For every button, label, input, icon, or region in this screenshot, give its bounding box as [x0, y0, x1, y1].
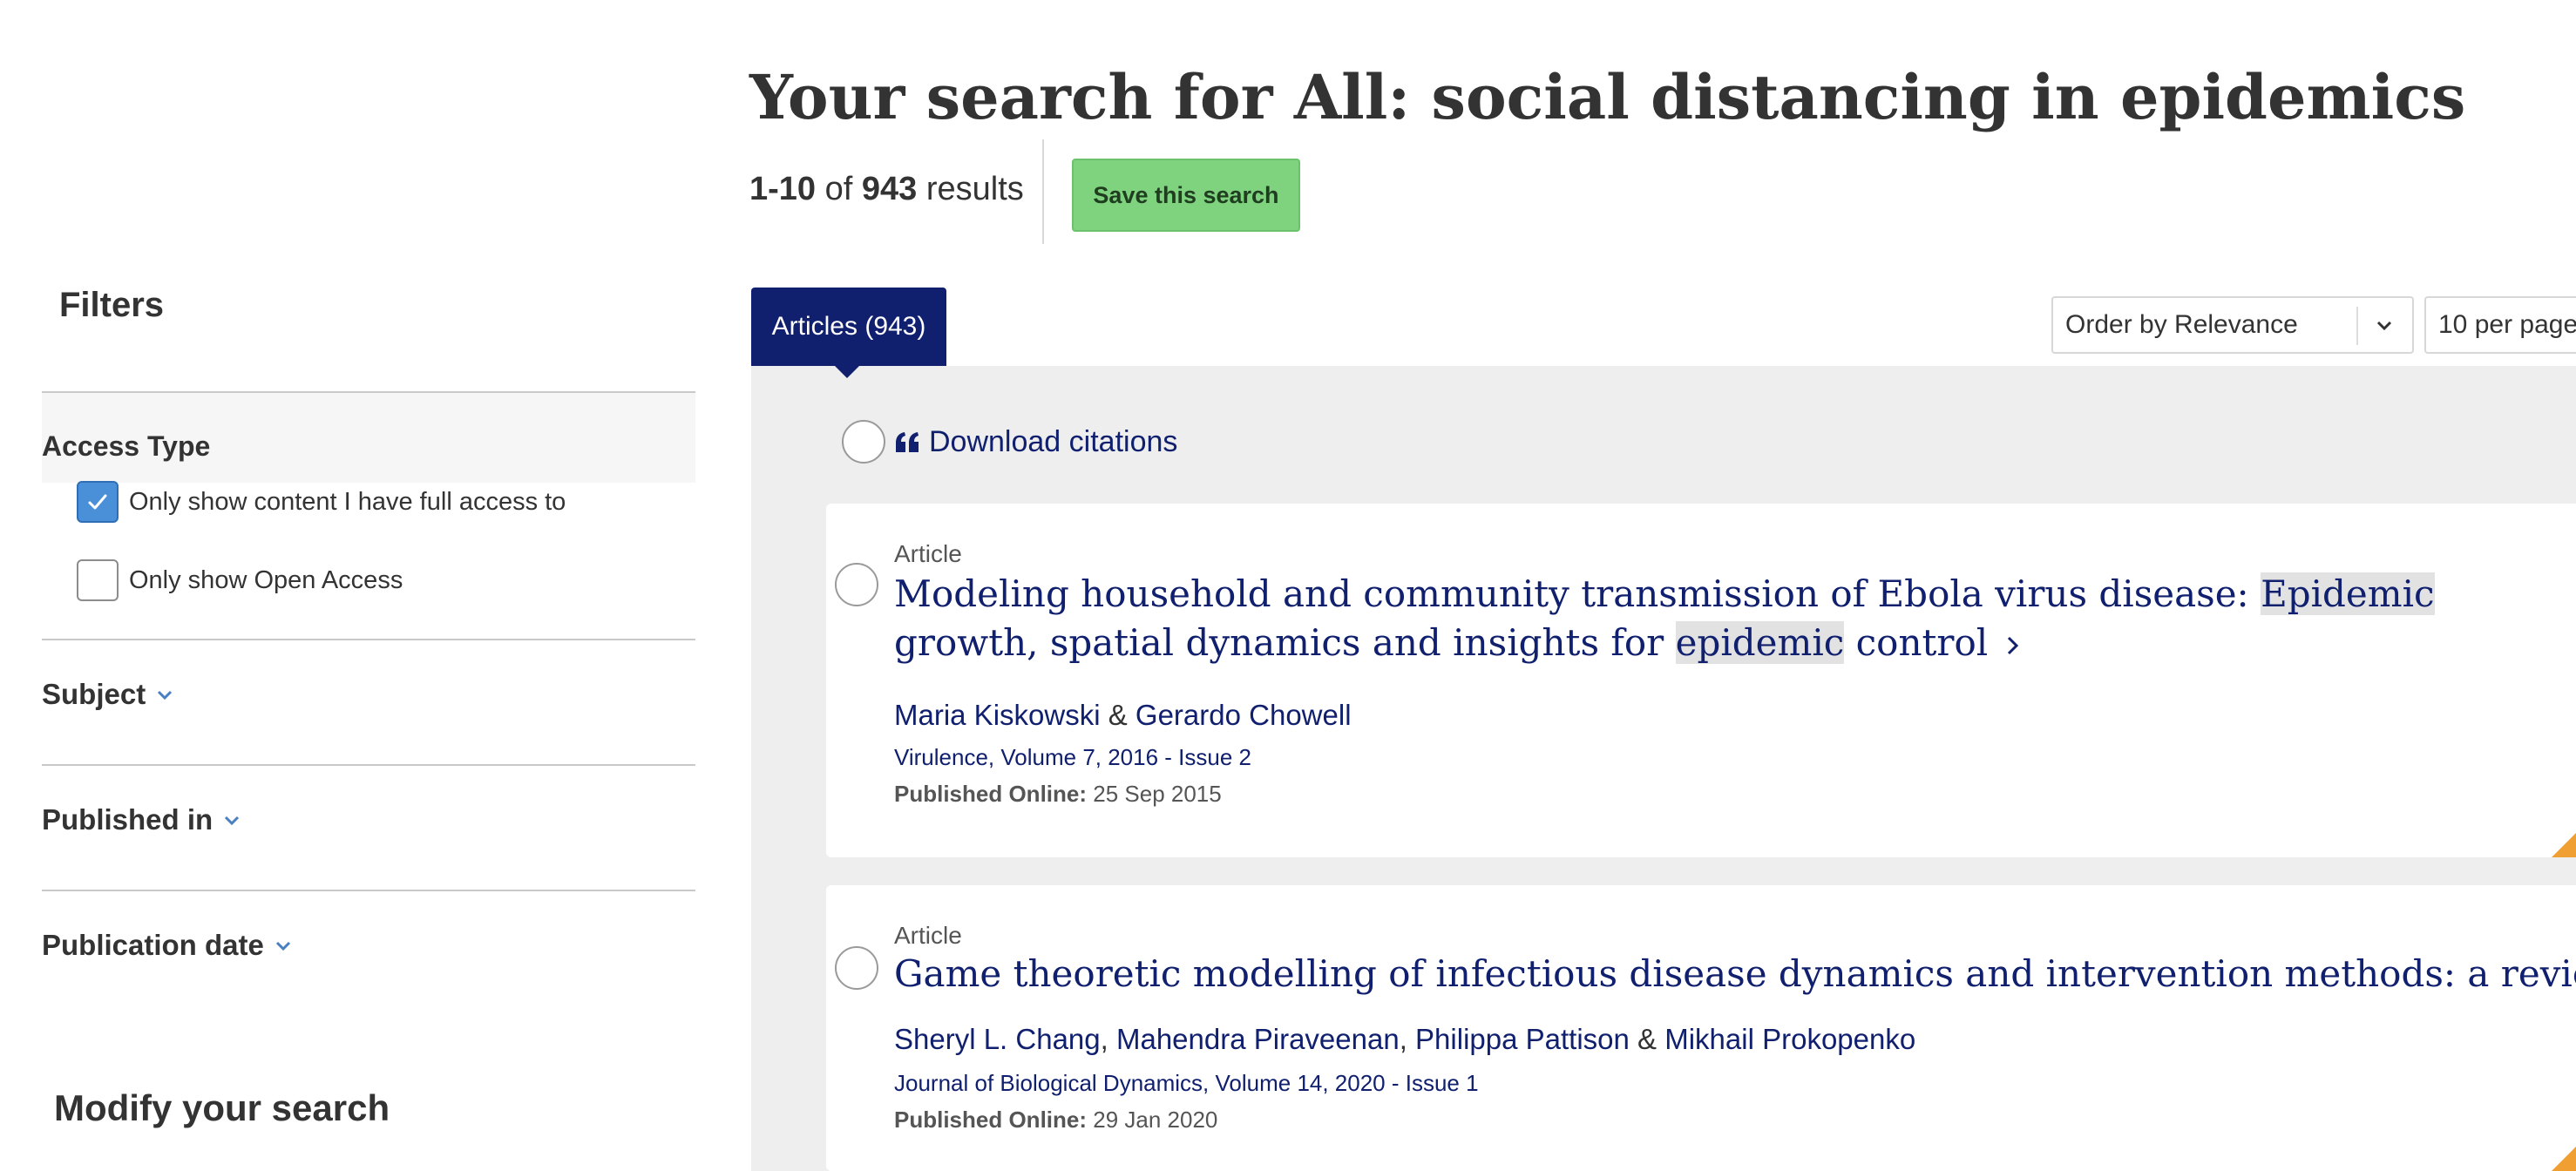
order-by-value: Order by Relevance [2065, 310, 2298, 339]
chevron-down-icon [275, 941, 290, 951]
results-range: 1-10 [749, 171, 817, 207]
author-link[interactable]: Gerardo Chowell [1135, 699, 1352, 731]
title-highlight: Epidemic [2261, 572, 2435, 615]
title-prefix: Your search for [749, 61, 1294, 133]
chevron-right-icon [2008, 636, 2019, 655]
results-count: 1-10 of 943 results [749, 171, 1024, 208]
open-access-option[interactable]: Only show Open Access [77, 559, 403, 601]
download-citations-link[interactable]: Download citations [894, 425, 1177, 459]
result-journal-link[interactable]: Virulence, Volume 7, 2016 - Issue 2 [894, 744, 1251, 771]
result-published-date: Published Online: 25 Sep 2015 [894, 781, 1222, 808]
select-all-radio[interactable] [842, 420, 885, 464]
divider [42, 639, 695, 640]
open-access-checkbox[interactable] [77, 559, 119, 601]
title-text: growth, spatial dynamics and insights fo… [894, 621, 1676, 664]
result-card: Article Modeling household and community… [826, 504, 2576, 857]
result-type: Article [894, 540, 962, 567]
access-corner-badge [2552, 1147, 2576, 1171]
result-title-link[interactable]: Game theoretic modelling of infectious d… [894, 950, 2576, 998]
author-link[interactable]: Mikhail Prokopenko [1664, 1023, 1915, 1055]
save-search-button[interactable]: Save this search [1072, 159, 1300, 232]
title-text: Game theoretic modelling of infectious d… [894, 952, 2576, 995]
chevron-down-icon [158, 690, 173, 701]
checkmark-icon [88, 494, 107, 510]
title-highlight: epidemic [1675, 621, 1845, 664]
per-page-select[interactable]: 10 per page [2424, 296, 2576, 354]
result-authors: Sheryl L. Chang, Mahendra Piraveenan, Ph… [894, 1023, 1915, 1056]
facet-published-in-label: Published in [42, 803, 214, 836]
per-page-value: 10 per page [2438, 310, 2576, 339]
published-label: Published Online: [894, 1107, 1088, 1133]
published-date: 25 Sep 2015 [1093, 781, 1222, 807]
published-date: 29 Jan 2020 [1093, 1107, 1218, 1133]
result-select-radio[interactable] [835, 946, 878, 990]
author-separator: & [1629, 1023, 1665, 1055]
result-card: Article Game theoretic modelling of infe… [826, 885, 2576, 1171]
facet-publication-date[interactable]: Publication date [42, 929, 292, 962]
results-suffix: results [917, 171, 1024, 207]
results-of: of [816, 171, 862, 207]
filters-sidebar: Filters Access Type Only show content I … [0, 0, 697, 1171]
full-access-option[interactable]: Only show content I have full access to [77, 481, 566, 523]
results-total: 943 [861, 171, 918, 207]
title-text: control [1844, 621, 1989, 664]
author-separator: , [1399, 1023, 1416, 1055]
author-separator: , [1100, 1023, 1116, 1055]
result-authors: Maria Kiskowski & Gerardo Chowell [894, 699, 1352, 732]
full-access-label: Only show content I have full access to [129, 487, 566, 516]
facet-subject[interactable]: Subject [42, 678, 173, 711]
download-citations-label: Download citations [929, 425, 1178, 458]
result-journal-link[interactable]: Journal of Biological Dynamics, Volume 1… [894, 1070, 1479, 1097]
author-link[interactable]: Mahendra Piraveenan [1116, 1023, 1400, 1055]
facet-subject-label: Subject [42, 678, 146, 710]
facet-published-in[interactable]: Published in [42, 803, 241, 836]
divider [1042, 139, 1044, 244]
open-access-label: Only show Open Access [129, 565, 403, 594]
tab-articles[interactable]: Articles (943) [751, 288, 946, 366]
quote-icon [896, 431, 919, 452]
author-separator: & [1100, 699, 1135, 731]
modify-search-title: Modify your search [54, 1087, 390, 1128]
chevron-down-icon [2376, 321, 2392, 331]
author-link[interactable]: Philippa Pattison [1415, 1023, 1630, 1055]
published-label: Published Online: [894, 781, 1088, 807]
full-access-checkbox[interactable] [77, 481, 119, 523]
active-tab-indicator [835, 366, 859, 378]
access-corner-badge [2552, 833, 2576, 857]
divider [42, 890, 695, 891]
result-published-date: Published Online: 29 Jan 2020 [894, 1107, 1217, 1134]
author-link[interactable]: Maria Kiskowski [894, 699, 1101, 731]
title-text: Modeling household and community transmi… [894, 572, 2261, 615]
result-type: Article [894, 922, 962, 949]
search-query: All: social distancing in epidemics [1293, 61, 2466, 133]
result-title-link[interactable]: Modeling household and community transmi… [894, 570, 2550, 667]
divider [42, 764, 695, 766]
page-title: Your search for All: social distancing i… [749, 61, 2465, 133]
chevron-down-icon [225, 816, 240, 826]
result-select-radio[interactable] [835, 563, 878, 606]
divider [2356, 307, 2358, 345]
author-link[interactable]: Sheryl L. Chang [894, 1023, 1101, 1055]
filters-title: Filters [59, 286, 165, 324]
order-by-select[interactable]: Order by Relevance [2051, 296, 2414, 354]
facet-publication-date-label: Publication date [42, 929, 264, 961]
access-type-title: Access Type [42, 430, 211, 462]
